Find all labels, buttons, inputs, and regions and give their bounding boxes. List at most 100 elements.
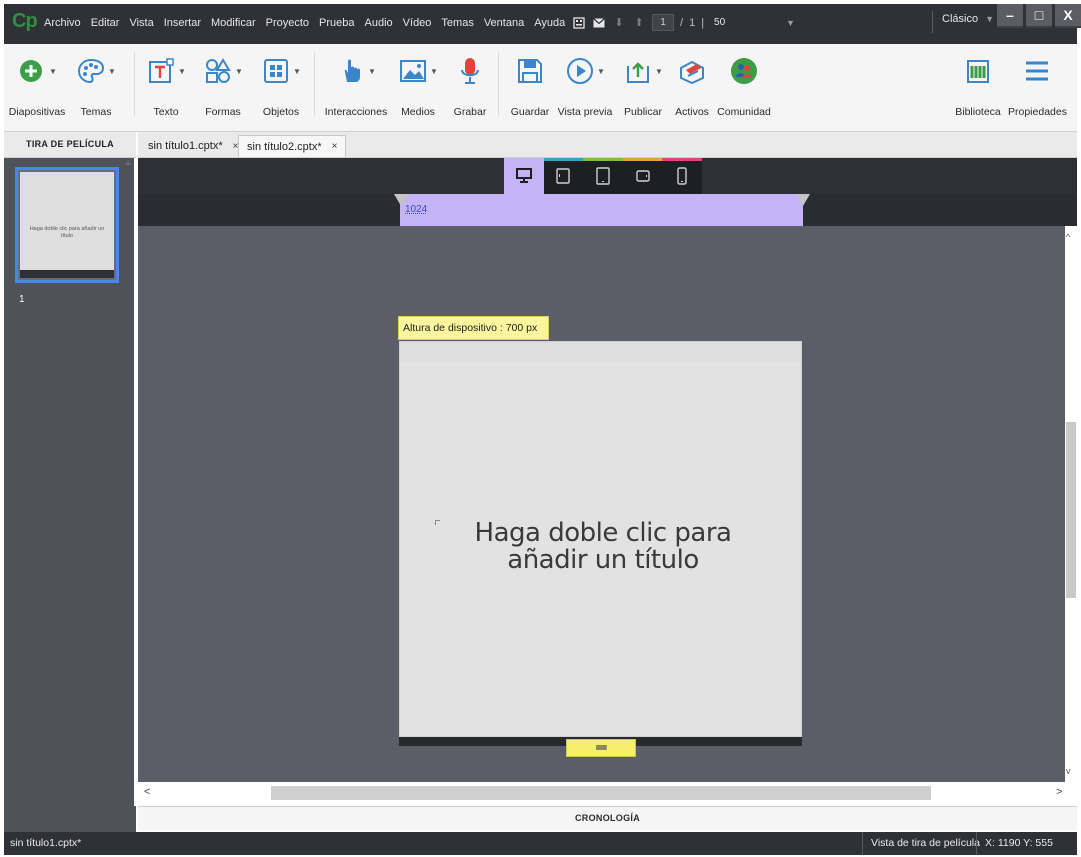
menu-vista[interactable]: Vista xyxy=(124,17,158,29)
vertical-scrollbar[interactable]: ^ v xyxy=(1065,226,1077,782)
divider xyxy=(314,52,315,116)
arrow-down-icon[interactable]: ⬇ xyxy=(612,16,626,30)
status-coordinates: X: 1190 Y: 555 xyxy=(976,832,1061,855)
menu-temas[interactable]: Temas xyxy=(436,17,478,29)
workspace-mode-label: Clásico xyxy=(942,13,979,25)
menu-modificar[interactable]: Modificar xyxy=(206,17,261,29)
mail-icon[interactable] xyxy=(592,16,606,30)
tab-document-2[interactable]: sin título2.cptx* × xyxy=(238,135,347,157)
arrow-up-icon[interactable]: ⬆ xyxy=(632,16,646,30)
publish-label: Publicar xyxy=(624,106,662,118)
themes-label: Temas xyxy=(80,106,112,118)
filmstrip-panel: ▲ Haga doble clic para añadir un título … xyxy=(4,158,136,832)
device-tablet-landscape[interactable] xyxy=(543,158,584,194)
publish-button[interactable]: ▼ Publicar xyxy=(618,50,668,118)
device-desktop[interactable] xyxy=(504,158,544,194)
document-tabs: sin título1.cptx* × sin título2.cptx* × xyxy=(138,132,1077,158)
slide-header-band xyxy=(400,342,801,362)
status-bar: sin título1.cptx* Vista de tira de pelíc… xyxy=(4,832,1077,855)
slide[interactable]: Haga doble clic para añadir un título xyxy=(399,341,802,737)
phone-landscape-icon xyxy=(635,170,650,182)
menu-archivo[interactable]: Archivo xyxy=(39,17,86,29)
window-controls: – □ X xyxy=(994,4,1081,28)
zoom-divider: | xyxy=(701,16,705,29)
hand-pointer-icon xyxy=(344,59,361,82)
page-current-input[interactable]: 1 xyxy=(652,14,674,31)
slide-thumbnail[interactable]: Haga doble clic para añadir un título xyxy=(15,167,119,283)
device-switcher xyxy=(504,158,702,194)
microphone-icon xyxy=(461,58,479,84)
device-height-handle[interactable]: IIIIIIIIIII xyxy=(566,739,636,757)
slide-view-icon[interactable] xyxy=(572,16,586,30)
community-button[interactable]: Comunidad xyxy=(716,50,772,118)
interactions-button[interactable]: ▼ Interacciones xyxy=(322,50,390,118)
vertical-scroll-thumb[interactable] xyxy=(1066,422,1076,598)
horizontal-scroll-thumb[interactable] xyxy=(271,786,931,800)
thumbnail-canvas: Haga doble clic para añadir un título xyxy=(20,172,114,270)
menu-proyecto[interactable]: Proyecto xyxy=(261,17,314,29)
breakpoint-marker-left[interactable] xyxy=(394,194,408,206)
tab-document-1[interactable]: sin título1.cptx* × xyxy=(140,135,248,157)
preview-button[interactable]: ▼ Vista previa xyxy=(556,50,614,118)
ribbon-toolbar: ▼ Diapositivas ▼ Temas ▼ Texto ▼ Formas … xyxy=(4,44,1077,132)
media-button[interactable]: ▼ Medios xyxy=(396,50,440,118)
scroll-down-icon[interactable]: v xyxy=(1066,766,1071,776)
breakpoint-ruler: 1024 xyxy=(138,194,1077,226)
close-icon[interactable]: × xyxy=(332,141,338,152)
breakpoint-bar xyxy=(138,158,1077,194)
thumbnail-title: Haga doble clic para añadir un título xyxy=(29,226,105,239)
save-icon xyxy=(518,59,542,83)
image-icon xyxy=(400,60,427,82)
menu-ventana[interactable]: Ventana xyxy=(479,17,529,29)
assets-button[interactable]: Activos xyxy=(672,50,712,118)
scroll-right-icon[interactable]: > xyxy=(1056,786,1062,798)
properties-button[interactable]: Propiedades xyxy=(1008,50,1067,118)
tab-label: sin título2.cptx* xyxy=(247,140,322,153)
title-tools: ⬇ ⬆ 1 / 1 | 50 ▼ xyxy=(572,14,795,31)
menu-audio[interactable]: Audio xyxy=(360,17,398,29)
menu-editar[interactable]: Editar xyxy=(86,17,125,29)
menu-video[interactable]: Vídeo xyxy=(398,17,437,29)
page-separator: / xyxy=(680,16,684,29)
close-button[interactable]: X xyxy=(1055,4,1081,28)
breakpoint-marker-right[interactable] xyxy=(796,194,810,206)
filmstrip-scroll-up-icon[interactable]: ▲ xyxy=(124,158,132,167)
menu-ayuda[interactable]: Ayuda xyxy=(529,17,570,29)
maximize-button[interactable]: □ xyxy=(1026,4,1052,28)
device-color-strip xyxy=(583,158,623,161)
scroll-left-icon[interactable]: < xyxy=(144,786,150,798)
community-icon xyxy=(731,58,757,84)
save-button[interactable]: Guardar xyxy=(508,50,552,118)
minimize-button[interactable]: – xyxy=(997,4,1023,28)
device-phone-portrait[interactable] xyxy=(662,158,702,194)
scroll-up-icon[interactable]: ^ xyxy=(1066,232,1070,242)
objects-button[interactable]: ▼ Objetos xyxy=(256,50,306,118)
device-tablet-portrait[interactable] xyxy=(583,158,623,194)
save-label: Guardar xyxy=(510,106,550,118)
timeline-panel-toggle[interactable]: CRONOLOGÍA xyxy=(138,806,1077,830)
objects-label: Objetos xyxy=(262,106,300,118)
text-button[interactable]: ▼ Texto xyxy=(144,50,188,118)
phone-portrait-icon xyxy=(677,167,687,185)
menu-insertar[interactable]: Insertar xyxy=(159,17,206,29)
record-button[interactable]: Grabar xyxy=(450,50,490,118)
zoom-dropdown-icon[interactable]: ▼ xyxy=(786,18,795,28)
menu-prueba[interactable]: Prueba xyxy=(314,17,359,29)
device-height-label: Altura de dispositivo : 700 px xyxy=(398,316,549,340)
device-phone-landscape[interactable] xyxy=(622,158,663,194)
library-label: Biblioteca xyxy=(955,106,1001,118)
zoom-select[interactable]: 50 xyxy=(710,17,780,28)
assets-label: Activos xyxy=(675,106,709,118)
slides-button[interactable]: ▼ Diapositivas xyxy=(8,50,66,118)
shapes-button[interactable]: ▼ Formas xyxy=(200,50,246,118)
page-total: 1 xyxy=(689,16,696,29)
horizontal-scrollbar[interactable]: < > xyxy=(138,782,1077,806)
workspace-mode-select[interactable]: Clásico ▼ xyxy=(942,13,994,25)
community-label: Comunidad xyxy=(717,106,771,118)
divider xyxy=(498,52,499,116)
breakpoint-width[interactable]: 1024 xyxy=(405,204,427,215)
slide-title-placeholder[interactable]: Haga doble clic para añadir un título xyxy=(436,520,770,574)
themes-button[interactable]: ▼ Temas xyxy=(70,50,122,118)
library-button[interactable]: Biblioteca xyxy=(954,50,1002,118)
text-icon xyxy=(149,58,174,83)
